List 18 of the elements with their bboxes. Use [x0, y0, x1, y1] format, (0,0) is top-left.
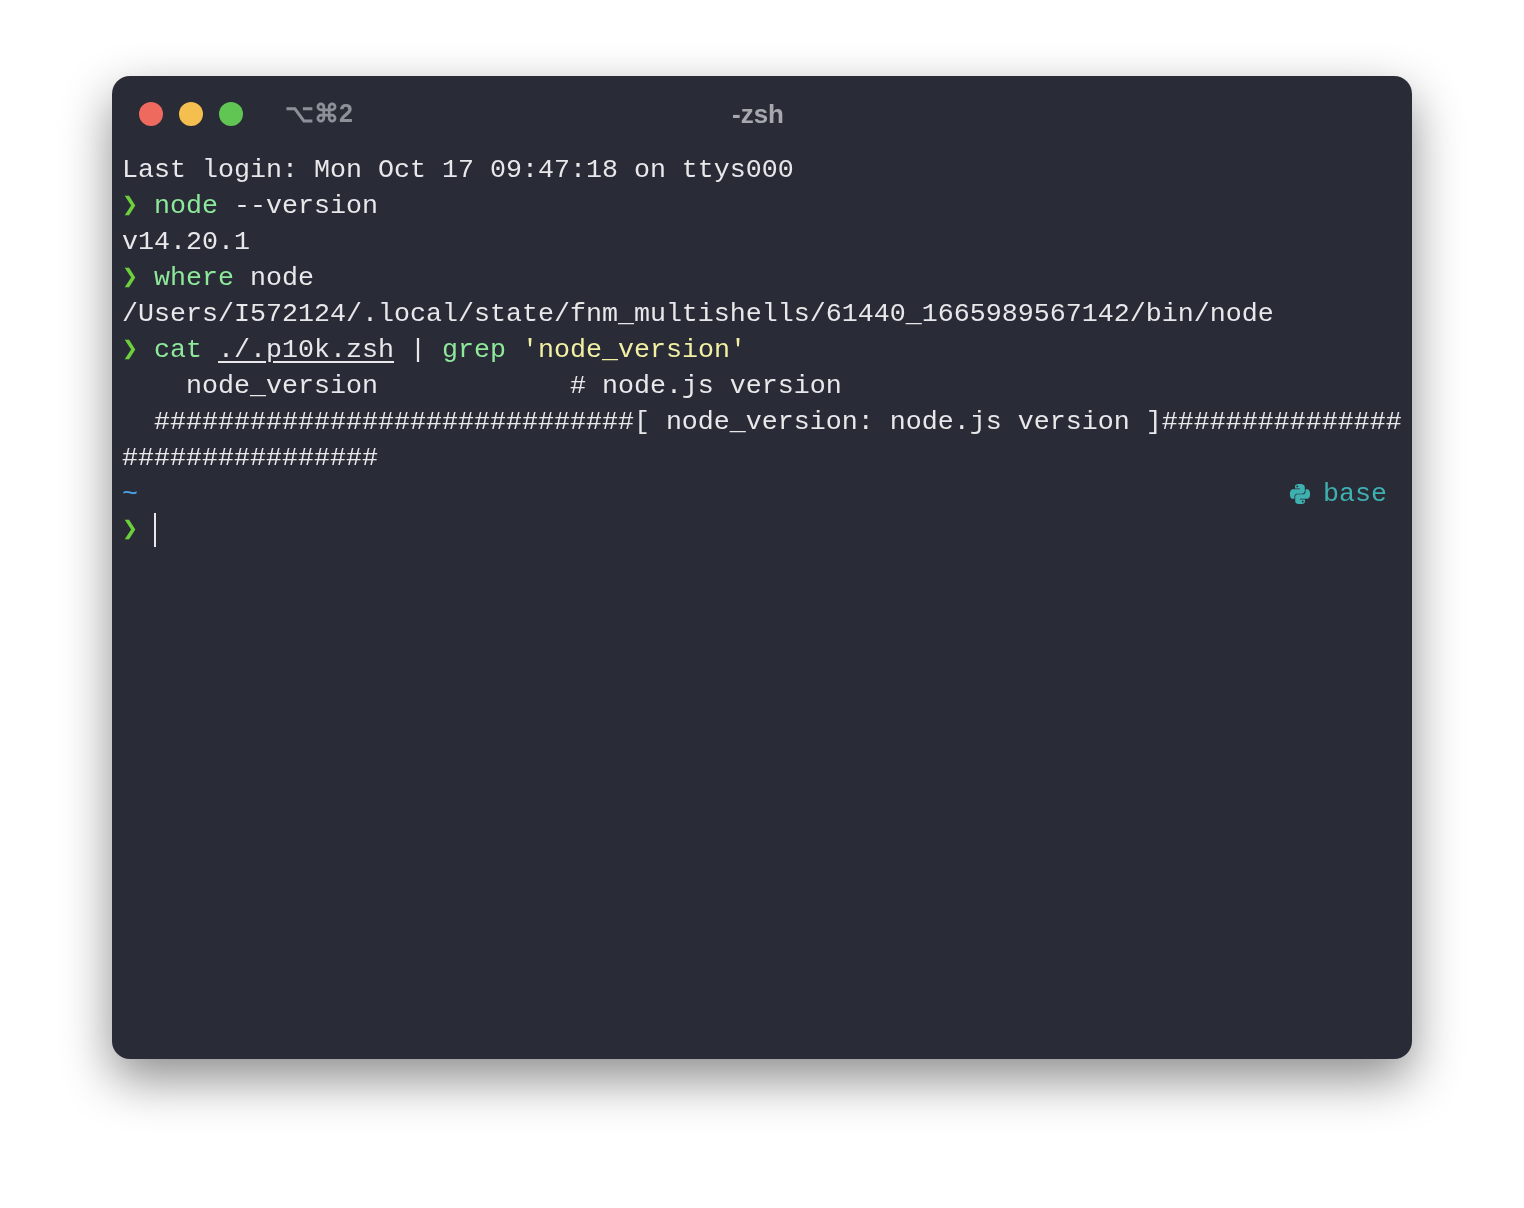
- terminal-line: ❯: [122, 514, 140, 547]
- window-title: -zsh: [732, 97, 784, 131]
- tab-shortcut: ⌥⌘2: [285, 98, 353, 130]
- terminal-line: node_version # node.js version: [185, 370, 842, 403]
- terminal-line: v14.20.1: [122, 226, 250, 259]
- close-button[interactable]: [139, 102, 163, 126]
- terminal-line: ################: [122, 442, 378, 475]
- conda-env-label: base: [1323, 478, 1387, 511]
- minimize-button[interactable]: [179, 102, 203, 126]
- terminal-line: ~: [122, 478, 138, 511]
- terminal-line: ##############################[ node_version: node.js version ]###############: [153, 406, 1402, 439]
- terminal-line: ❯ where node: [122, 262, 314, 295]
- python-icon: [1289, 483, 1311, 505]
- terminal-line: /Users/I572124/.local/state/fnm_multishells/61440_1665989567142/bin/node: [122, 298, 1274, 331]
- zoom-button[interactable]: [219, 102, 243, 126]
- terminal-line: ❯ cat ./.p10k.zsh | grep 'node_version': [122, 334, 746, 367]
- terminal-line: Last login: Mon Oct 17 09:47:18 on ttys000: [122, 154, 794, 187]
- terminal-line: ❯ node --version: [122, 190, 378, 223]
